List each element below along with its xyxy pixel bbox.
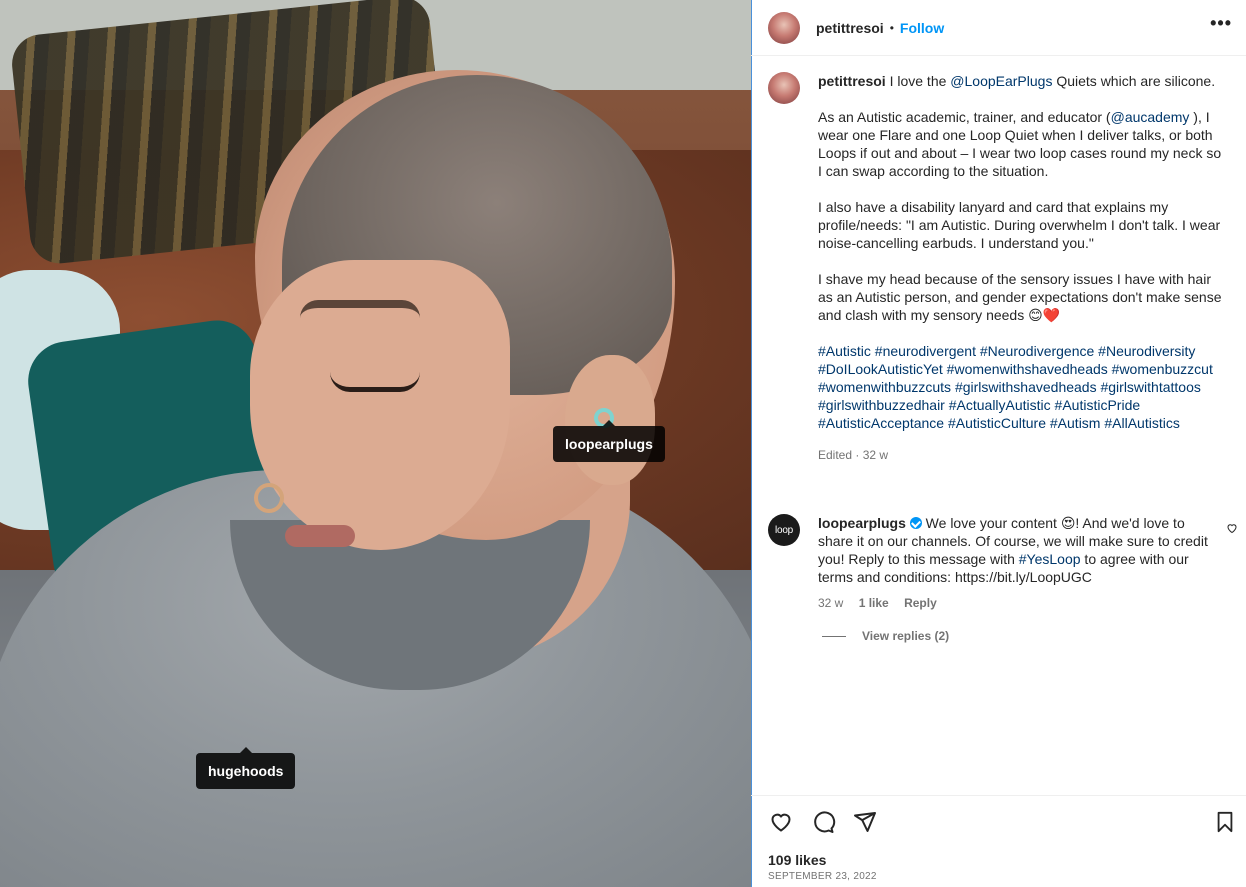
view-replies-button[interactable]: View replies (2) (822, 629, 949, 643)
post-photo[interactable]: loopearplugs hugehoods (0, 0, 751, 887)
share-icon[interactable] (852, 810, 894, 837)
caption-avatar[interactable] (768, 72, 800, 104)
author-avatar[interactable] (768, 11, 800, 44)
caption-text-1a: I love the (885, 73, 951, 89)
post-header: petittresoi • Follow ••• (751, 0, 1246, 56)
caption-username[interactable]: petittresoi (818, 73, 886, 89)
comment-reply-button[interactable]: Reply (904, 596, 937, 610)
comment-actions: 32 w 1 like Reply (818, 594, 1208, 612)
photo-tag-loopearplugs[interactable]: loopearplugs (553, 420, 665, 462)
caption-meta: Edited · 32 w (818, 448, 889, 462)
post-sidebar: petittresoi • Follow ••• petittresoi I l… (751, 0, 1246, 887)
photo-eyebrow (300, 300, 420, 318)
comment-body: loopearplugs We love your content 😍! And… (818, 514, 1208, 612)
caption: petittresoi I love the @LoopEarPlugs Qui… (768, 72, 1223, 464)
likes-count[interactable]: 109 likes (768, 852, 826, 868)
caption-text-3: I also have a disability lanyard and car… (818, 199, 1221, 251)
photo-eye (330, 372, 420, 392)
photo-lips (285, 525, 355, 547)
photo-tag-hugehoods[interactable]: hugehoods (196, 747, 296, 789)
bookmark-icon[interactable] (1214, 810, 1236, 837)
caption-text-1b: Quiets which are silicone. (1052, 73, 1216, 89)
caption-text-2a: As an Autistic academic, trainer, and ed… (818, 109, 1111, 125)
mention-aucademy[interactable]: @aucademy (1111, 109, 1190, 125)
author-username[interactable]: petittresoi (816, 20, 884, 36)
header-separator: • (889, 20, 894, 35)
comment-icon[interactable] (810, 810, 852, 837)
follow-button[interactable]: Follow (900, 20, 944, 36)
post-view: loopearplugs hugehoods petittresoi • Fol… (0, 0, 1246, 887)
caption-text-4: I shave my head because of the sensory i… (818, 271, 1222, 323)
photo-nose-ring (254, 483, 284, 513)
comment-hashtag[interactable]: #YesLoop (1019, 551, 1081, 567)
post-date: SEPTEMBER 23, 2022 (768, 871, 877, 882)
mention-loopearplugs[interactable]: @LoopEarPlugs (950, 73, 1052, 89)
comment-time: 32 w (818, 596, 844, 610)
heart-icon[interactable] (768, 810, 810, 837)
comment-like-icon[interactable] (1226, 522, 1238, 537)
verified-icon (909, 517, 922, 529)
comment-likes[interactable]: 1 like (859, 596, 889, 610)
view-replies-label: View replies (2) (862, 629, 950, 643)
action-bar (768, 810, 894, 837)
more-icon[interactable]: ••• (1210, 14, 1232, 32)
caption-hashtags[interactable]: #Autistic #neurodivergent #Neurodivergen… (818, 342, 1223, 432)
post-footer: 109 likes SEPTEMBER 23, 2022 (751, 795, 1246, 887)
caption-body: petittresoi I love the @LoopEarPlugs Qui… (818, 72, 1223, 464)
comment-username[interactable]: loopearplugs (818, 515, 906, 531)
view-replies-line (822, 635, 846, 637)
comment-avatar[interactable]: loop (768, 514, 800, 546)
comment-loopearplugs: loop loopearplugs We love your content 😍… (768, 514, 1208, 612)
